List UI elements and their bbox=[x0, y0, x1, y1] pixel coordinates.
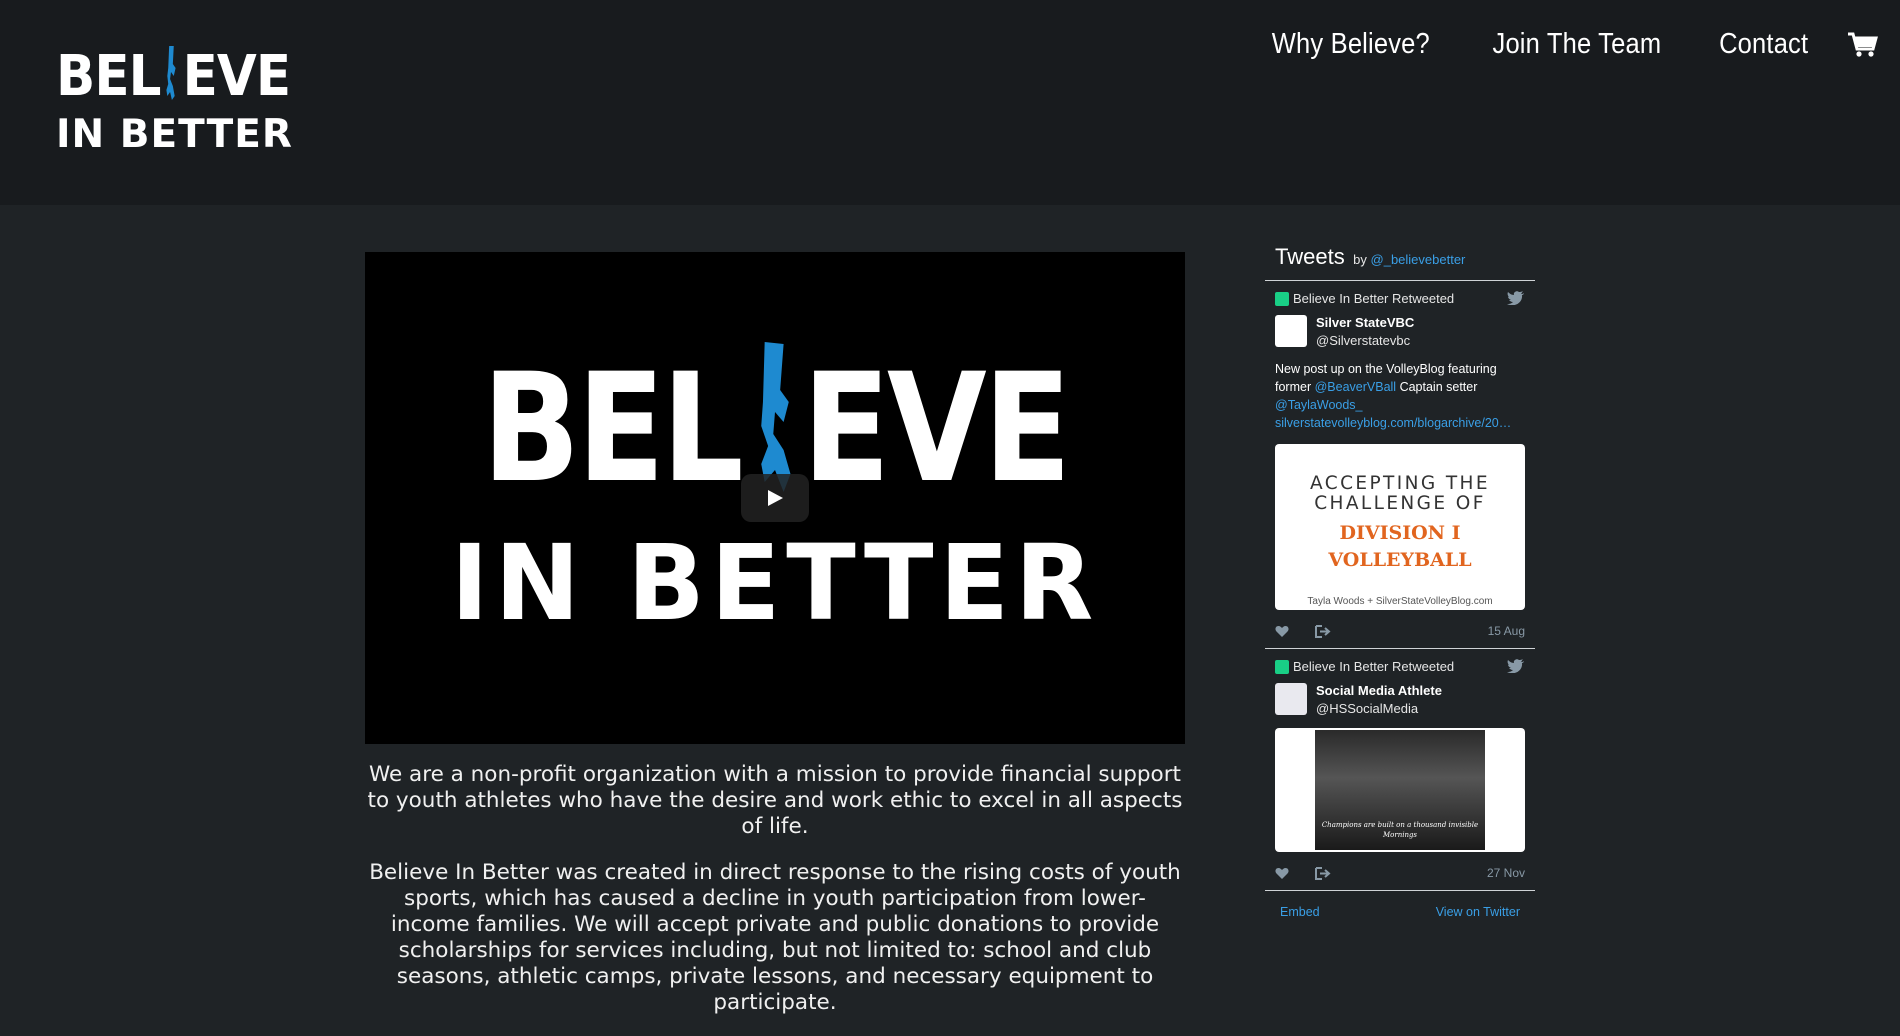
media-headline: ACCEPTING THE CHALLENGE OF bbox=[1310, 473, 1490, 514]
tweet-text: New post up on the VolleyBlog featuring … bbox=[1275, 362, 1512, 430]
author-handle[interactable]: @HSSocialMedia bbox=[1316, 701, 1442, 716]
gym-photo: Champions are built on a thousand invisi… bbox=[1315, 730, 1485, 850]
tweet-author[interactable]: Silver StateVBC @Silverstatevbc bbox=[1275, 315, 1525, 348]
retweet-label: Believe In Better Retweeted bbox=[1275, 291, 1525, 306]
tweet-date[interactable]: 15 Aug bbox=[1488, 624, 1525, 638]
author-handle[interactable]: @Silverstatevbc bbox=[1316, 333, 1414, 348]
view-on-twitter-link[interactable]: View on Twitter bbox=[1436, 905, 1520, 919]
nav-join-the-team[interactable]: Join The Team bbox=[1492, 28, 1661, 61]
media-subheadline: DIVISION I VOLLEYBALL bbox=[1328, 522, 1472, 571]
share-icon[interactable] bbox=[1315, 866, 1331, 880]
mission-paragraph-2: Believe In Better was created in direct … bbox=[369, 860, 1181, 1015]
mention-link[interactable]: @BeaverVBall bbox=[1315, 380, 1396, 394]
logo-line2: IN BETTER bbox=[56, 112, 293, 157]
retweet-icon bbox=[1275, 659, 1289, 674]
tweet-actions: 15 Aug bbox=[1275, 624, 1525, 638]
video-player[interactable]: BEL EVE IN BETTER bbox=[365, 252, 1185, 744]
play-icon bbox=[768, 490, 783, 506]
photo-caption: Champions are built on a thousand invisi… bbox=[1321, 821, 1479, 839]
retweet-label: Believe In Better Retweeted bbox=[1275, 659, 1525, 674]
tweet-media-image[interactable]: ACCEPTING THE CHALLENGE OF DIVISION I VO… bbox=[1275, 444, 1525, 610]
tweet[interactable]: Believe In Better Retweeted Silver State… bbox=[1265, 281, 1535, 649]
embed-link[interactable]: Embed bbox=[1280, 905, 1320, 919]
mention-link[interactable]: @TaylaWoods_ bbox=[1275, 398, 1363, 412]
timeline-footer: Embed View on Twitter bbox=[1265, 891, 1535, 933]
mission-statement: We are a non-profit organization with a … bbox=[365, 762, 1185, 1036]
main-nav: Why Believe? Join The Team Contact bbox=[1221, 28, 1878, 61]
heart-icon[interactable] bbox=[1275, 625, 1289, 638]
timeline-header: Tweets by @_believebetter bbox=[1265, 240, 1535, 281]
media-credit: Tayla Woods + SilverStateVolleyBlog.com bbox=[1307, 596, 1493, 607]
logo-line1: BEL EVE bbox=[56, 44, 291, 109]
mission-paragraph-1: We are a non-profit organization with a … bbox=[367, 762, 1183, 839]
avatar[interactable] bbox=[1275, 315, 1307, 347]
twitter-bird-icon[interactable] bbox=[1507, 659, 1525, 673]
site-header: BEL EVE IN BETTER Why Believe? Join The T… bbox=[0, 0, 1900, 205]
timeline-handle-link[interactable]: @_believebetter bbox=[1371, 252, 1466, 267]
site-logo[interactable]: BEL EVE IN BETTER bbox=[56, 44, 296, 157]
tweet-date[interactable]: 27 Nov bbox=[1487, 866, 1525, 880]
timeline-by: by @_believebetter bbox=[1353, 252, 1466, 267]
avatar[interactable] bbox=[1275, 683, 1307, 715]
retweet-icon bbox=[1275, 291, 1289, 306]
twitter-bird-icon[interactable] bbox=[1507, 291, 1525, 305]
logo-figure-icon bbox=[166, 46, 176, 100]
play-button[interactable] bbox=[741, 474, 809, 522]
twitter-timeline: Tweets by @_believebetter Believe In Bet… bbox=[1265, 240, 1535, 933]
tweet-url-link[interactable]: silverstatevolleyblog.com/blogarchive/20… bbox=[1275, 416, 1511, 430]
tweet-actions: 27 Nov bbox=[1275, 866, 1525, 880]
tweet[interactable]: Believe In Better Retweeted Social Media… bbox=[1265, 649, 1535, 891]
share-icon[interactable] bbox=[1315, 624, 1331, 638]
tweet-media-image[interactable]: Champions are built on a thousand invisi… bbox=[1275, 728, 1525, 852]
author-name[interactable]: Silver StateVBC bbox=[1316, 315, 1414, 330]
author-name[interactable]: Social Media Athlete bbox=[1316, 683, 1442, 698]
shopping-cart-icon[interactable] bbox=[1848, 32, 1878, 58]
tweet-author[interactable]: Social Media Athlete @HSSocialMedia bbox=[1275, 683, 1525, 716]
video-logo-figure-icon bbox=[760, 342, 791, 492]
heart-icon[interactable] bbox=[1275, 867, 1289, 880]
nav-contact[interactable]: Contact bbox=[1719, 28, 1808, 61]
video-logo-line2: IN BETTER bbox=[450, 522, 1100, 644]
nav-why-believe[interactable]: Why Believe? bbox=[1272, 28, 1430, 61]
timeline-title: Tweets bbox=[1275, 244, 1345, 269]
